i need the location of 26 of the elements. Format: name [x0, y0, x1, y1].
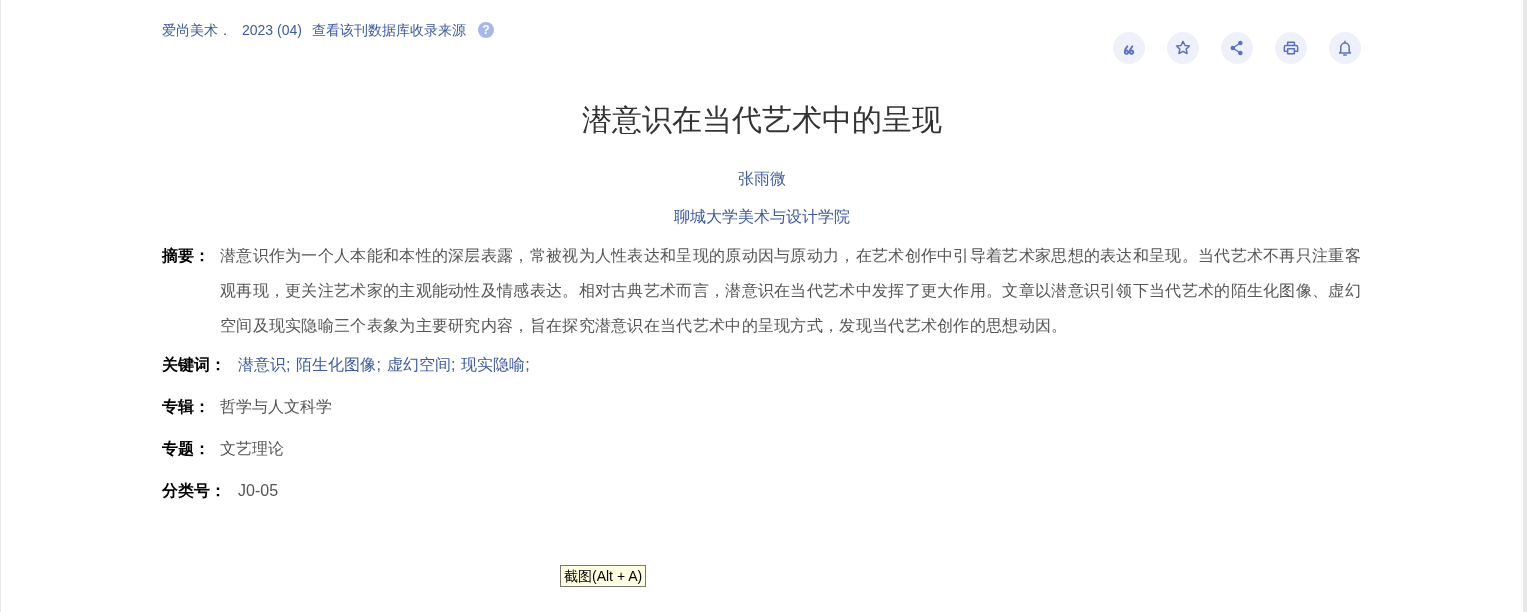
field-label: 专辑：	[162, 397, 211, 417]
article-title: 潜意识在当代艺术中的呈现	[580, 102, 943, 138]
star-button[interactable]	[1167, 32, 1199, 64]
field-label: 关键词：	[162, 354, 227, 375]
field-label: 分类号：	[162, 481, 227, 501]
journal-name[interactable]: 爱尚美术．	[162, 19, 232, 41]
issue-number[interactable]: 2023 (04)	[242, 19, 302, 41]
field-value: J0-05	[238, 481, 279, 501]
field-label: 专题：	[162, 439, 211, 459]
field-label: 摘要：	[162, 246, 211, 266]
database-source-link[interactable]: 查看该刊数据库收录来源	[311, 19, 466, 41]
tooltip: 截图(Alt + A)	[560, 565, 647, 587]
bell-button[interactable]	[1329, 32, 1361, 64]
abstract-text: 潜意识作为一个人本能和本性的深层表露，常被视为人性表达和呈现的原动因与原动力，在艺术创作中引导着艺术家思想的表达和呈现。当代艺术不再只注重客观再现，更关注艺术家的主观能动性及情感表达。相对古典艺术而言，潜意识在当代艺术中发挥了更大作用。文章以潜意识引领下当代艺术的陌生化图像、虚幻空间及现实隐喻三个表象为主要研究内容，旨在探究潜意识在当代艺术中的呈现方式，发现当代艺术创作的思想动因。	[220, 246, 1361, 336]
keyword-link[interactable]: 陌生化图像;	[296, 352, 381, 377]
author-link[interactable]: 张雨微	[737, 168, 786, 190]
field-value: 哲学与人文科学	[220, 397, 332, 417]
share-button[interactable]	[1221, 32, 1253, 64]
keyword-link[interactable]: 虚幻空间;	[386, 352, 456, 377]
affiliation-link[interactable]: 聊城大学美术与设计学院	[673, 206, 850, 228]
keyword-link[interactable]: 现实隐喻;	[461, 352, 530, 377]
printer-icon	[1281, 38, 1301, 58]
quote-button[interactable]	[1113, 32, 1145, 64]
print-button[interactable]	[1275, 32, 1307, 64]
keyword-link[interactable]: 潜意识;	[238, 352, 291, 377]
field-value: 文艺理论	[220, 439, 284, 459]
